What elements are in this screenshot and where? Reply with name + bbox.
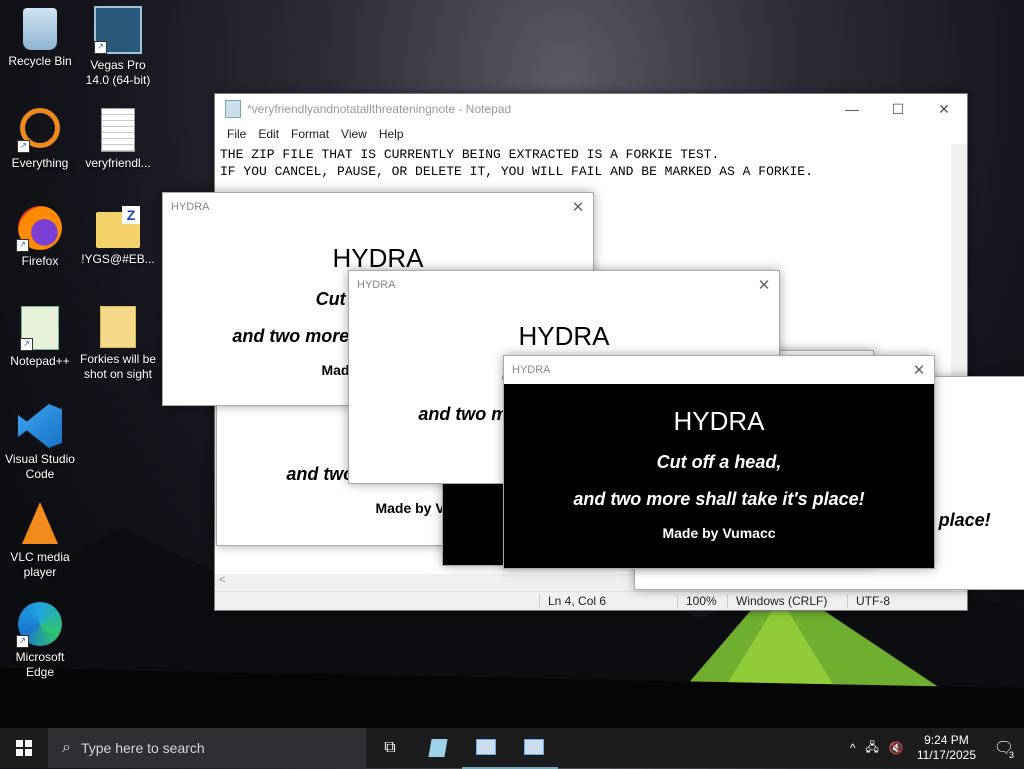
desktop-icon-notepad-plus-plus[interactable]: ↗ Notepad++ bbox=[0, 306, 80, 369]
desktop-icon-label: Everything bbox=[11, 156, 69, 170]
text-document-icon bbox=[101, 108, 135, 152]
volume-muted-icon[interactable]: 🔇 bbox=[884, 741, 909, 755]
line-ending: Windows (CRLF) bbox=[727, 594, 827, 608]
zip-folder-icon: Z bbox=[96, 206, 140, 248]
hydra-window-title: HYDRA bbox=[171, 201, 210, 213]
cursor-position: Ln 4, Col 6 bbox=[539, 594, 606, 608]
encoding: UTF-8 bbox=[847, 594, 890, 608]
close-icon[interactable]: ✕ bbox=[904, 361, 934, 379]
desktop-icon-forkies-folder[interactable]: Forkies will be shot on sight bbox=[78, 306, 158, 382]
scroll-left-icon[interactable]: < bbox=[215, 574, 225, 586]
search-icon: ⌕ bbox=[62, 739, 71, 756]
menu-file[interactable]: File bbox=[221, 124, 252, 144]
hydra-line-1: Cut off a head, bbox=[656, 452, 782, 472]
hydra-window-title: HYDRA bbox=[512, 364, 551, 376]
desktop-icon-label: Microsoft Edge bbox=[15, 650, 65, 679]
notification-count: 3 bbox=[1006, 750, 1016, 760]
edge-icon: ↗ bbox=[16, 602, 62, 648]
desktop-icon-label: Visual Studio Code bbox=[5, 452, 75, 481]
start-button[interactable] bbox=[0, 728, 48, 768]
close-icon[interactable]: ✕ bbox=[563, 198, 593, 216]
hydra-taskbar-icon[interactable] bbox=[462, 727, 510, 769]
windows-logo-icon bbox=[16, 740, 32, 756]
search-placeholder: Type here to search bbox=[80, 740, 205, 756]
clock-date: 11/17/2025 bbox=[916, 748, 976, 762]
firefox-icon: ↗ bbox=[16, 206, 62, 252]
minimize-icon[interactable]: — bbox=[829, 101, 875, 118]
menu-help[interactable]: Help bbox=[373, 124, 410, 144]
notification-center-icon[interactable]: 🗨 3 bbox=[984, 738, 1024, 760]
vscode-icon: ↗ bbox=[18, 404, 62, 448]
clock[interactable]: 9:24 PM 11/17/2025 bbox=[909, 733, 984, 763]
hydra-line-2: and two more shall take it's place! bbox=[573, 489, 865, 509]
recycle-bin-icon bbox=[23, 8, 57, 50]
hydra-credit: Made by Vumacc bbox=[662, 525, 776, 541]
vlc-cone-icon bbox=[22, 502, 58, 544]
taskbar-search-box[interactable]: ⌕ Type here to search bbox=[48, 728, 366, 768]
desktop-icon-label: Firefox bbox=[21, 254, 59, 268]
desktop-icon-label: VLC media player bbox=[10, 550, 70, 579]
task-view-icon[interactable]: ⧉ bbox=[366, 728, 414, 768]
vegas-pro-icon: ↗ bbox=[94, 6, 142, 54]
menu-view[interactable]: View bbox=[335, 124, 373, 144]
close-icon[interactable]: ✕ bbox=[921, 101, 967, 118]
notepad-plus-plus-icon: ↗ bbox=[20, 306, 59, 351]
desktop-icon-vscode[interactable]: ↗ Visual Studio Code bbox=[0, 404, 80, 482]
taskbar: ⌕ Type here to search ⧉ ^ 🖧 🔇 9:24 PM 11… bbox=[0, 727, 1024, 769]
desktop-icon-label: Forkies will be shot on sight bbox=[79, 352, 157, 381]
desktop-icon-vlc[interactable]: VLC media player bbox=[0, 502, 80, 580]
hydra-title-bar[interactable]: HYDRA ✕ bbox=[163, 193, 593, 221]
maximize-icon[interactable]: ☐ bbox=[875, 101, 921, 118]
hydra-content: HYDRA Cut off a head, and two more shall t… bbox=[504, 384, 934, 568]
chevron-up-icon[interactable]: ^ bbox=[845, 741, 861, 755]
hydra-title-bar[interactable]: HYDRA ✕ bbox=[504, 356, 934, 384]
clock-time: 9:24 PM bbox=[924, 733, 969, 747]
system-tray: ^ 🖧 🔇 9:24 PM 11/17/2025 🗨 3 bbox=[845, 728, 1024, 768]
notepad-status-bar: Ln 4, Col 6 100% Windows (CRLF) UTF-8 bbox=[215, 591, 967, 610]
close-icon[interactable]: ✕ bbox=[749, 276, 779, 294]
notepad-taskbar-icon[interactable] bbox=[414, 728, 462, 768]
desktop-icon-firefox[interactable]: ↗ Firefox bbox=[0, 206, 80, 269]
desktop-icon-label: Vegas Pro 14.0 (64-bit) bbox=[85, 58, 151, 87]
menu-format[interactable]: Format bbox=[285, 124, 335, 144]
desktop-icon-recycle-bin[interactable]: Recycle Bin bbox=[0, 8, 80, 69]
hydra-heading: HYDRA bbox=[673, 406, 765, 436]
menu-edit[interactable]: Edit bbox=[252, 124, 285, 144]
everything-search-icon: ↗ bbox=[17, 108, 60, 153]
hydra-title-bar[interactable]: HYDRA ✕ bbox=[349, 271, 779, 299]
desktop-icon-everything[interactable]: ↗ Everything bbox=[0, 108, 80, 171]
hydra-taskbar-icon[interactable] bbox=[510, 727, 558, 769]
desktop-icon-label: !YGS@#EB... bbox=[81, 252, 155, 266]
notepad-title: *veryfriendlyandnotatallthreateningnote … bbox=[247, 102, 512, 116]
network-icon[interactable]: 🖧 bbox=[860, 738, 883, 759]
folder-icon bbox=[100, 306, 136, 348]
desktop-icon-text-file[interactable]: veryfriendl... bbox=[78, 108, 158, 171]
desktop-icon-label: veryfriendl... bbox=[85, 156, 151, 170]
desktop-icon-label: Notepad++ bbox=[10, 354, 70, 368]
hydra-popup[interactable]: HYDRA ✕ HYDRA Cut off a head, and two more … bbox=[503, 355, 935, 569]
zoom-level: 100% bbox=[677, 594, 717, 608]
desktop-icon-vegas-pro[interactable]: ↗ Vegas Pro 14.0 (64-bit) bbox=[78, 6, 158, 88]
notepad-menu-bar: File Edit Format View Help bbox=[215, 124, 967, 144]
desktop-icon-zip-archive[interactable]: Z !YGS@#EB... bbox=[78, 206, 158, 267]
desktop-icon-edge[interactable]: ↗ Microsoft Edge bbox=[0, 602, 80, 680]
hydra-heading: HYDRA bbox=[518, 321, 610, 351]
notepad-title-bar[interactable]: *veryfriendlyandnotatallthreateningnote … bbox=[215, 94, 967, 124]
hydra-window-title: HYDRA bbox=[357, 279, 396, 291]
notepad-app-icon bbox=[225, 100, 241, 118]
desktop-icon-label: Recycle Bin bbox=[8, 54, 72, 68]
